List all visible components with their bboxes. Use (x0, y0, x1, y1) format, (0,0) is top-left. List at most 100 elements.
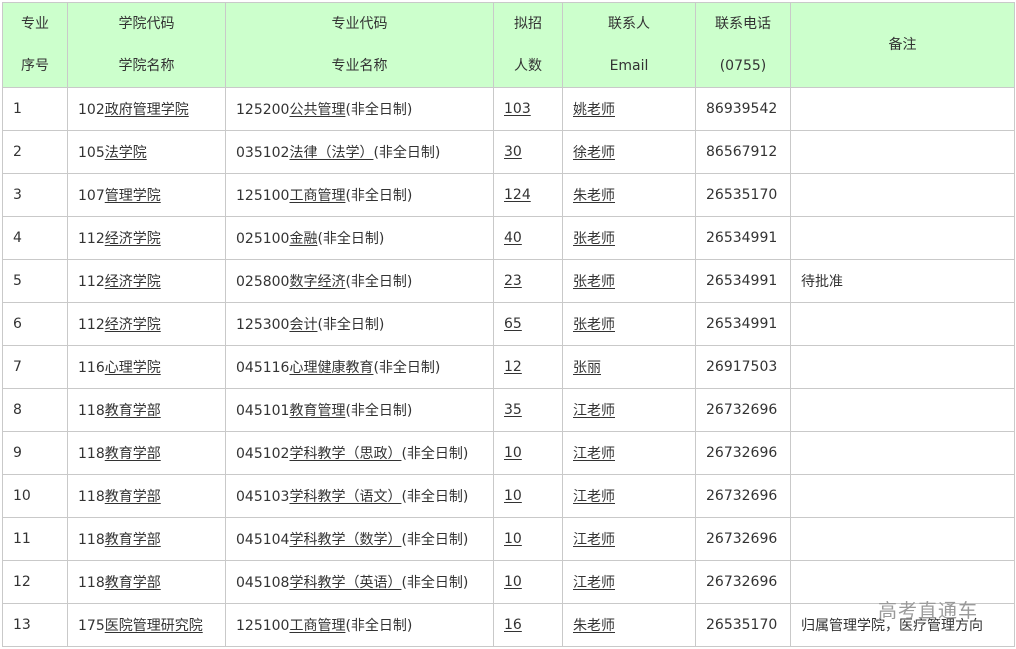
quota-link[interactable]: 35 (504, 402, 522, 418)
college-name-link[interactable]: 教育学部 (105, 489, 161, 505)
college-name-link[interactable]: 心理学院 (105, 360, 161, 376)
contact-link[interactable]: 江老师 (573, 532, 615, 548)
table-row: 8 118教育学部 045101教育管理(非全日制) 35 江老师 26732696 (2, 388, 1015, 432)
major-name-link[interactable]: 工商管理 (289, 188, 345, 204)
major-code: 045103 (236, 489, 290, 505)
major-name-link[interactable]: 学科教学（思政） (289, 446, 401, 462)
quota-link[interactable]: 40 (504, 230, 522, 246)
phone-cell: 26535170 (695, 603, 791, 647)
contact-link[interactable]: 江老师 (573, 575, 615, 591)
major-name-link[interactable]: 数字经济 (289, 274, 345, 290)
college-cell: 112经济学院 (67, 302, 226, 346)
header-major: 专业代码 专业名称 (225, 2, 494, 88)
college-name-link[interactable]: 法学院 (105, 145, 147, 161)
table-row: 6 112经济学院 125300会计(非全日制) 65 张老师 26534991 (2, 302, 1015, 346)
table-row: 9 118教育学部 045102学科教学（思政）(非全日制) 10 江老师 2673269… (2, 431, 1015, 475)
watermark: 高考直通车 (878, 600, 979, 622)
major-name-link[interactable]: 心理健康教育 (289, 360, 373, 376)
table-row: 1 102政府管理学院 125200公共管理(非全日制) 103 姚老师 86939542 (2, 87, 1015, 131)
college-name-link[interactable]: 教育学部 (105, 403, 161, 419)
seq-cell: 3 (2, 173, 68, 217)
seq-cell: 6 (2, 302, 68, 346)
major-cell: 035102法律（法学）(非全日制) (225, 130, 494, 174)
college-name-link[interactable]: 教育学部 (105, 446, 161, 462)
major-name-link[interactable]: 会计 (289, 317, 317, 333)
seq-cell: 1 (2, 87, 68, 131)
contact-link[interactable]: 姚老师 (573, 102, 615, 118)
quota-link[interactable]: 65 (504, 316, 522, 332)
contact-link[interactable]: 朱老师 (573, 618, 615, 634)
major-cell: 025100金融(非全日制) (225, 216, 494, 260)
quota-cell: 10 (493, 517, 563, 561)
quota-link[interactable]: 124 (504, 187, 531, 203)
quota-link[interactable]: 10 (504, 531, 522, 547)
contact-link[interactable]: 江老师 (573, 403, 615, 419)
study-mode: (非全日制) (345, 618, 413, 634)
study-mode: (非全日制) (345, 188, 413, 204)
quota-cell: 10 (493, 431, 563, 475)
major-code: 045104 (236, 532, 290, 548)
quota-cell: 35 (493, 388, 563, 432)
contact-link[interactable]: 江老师 (573, 446, 615, 462)
contact-link[interactable]: 徐老师 (573, 145, 615, 161)
college-cell: 112经济学院 (67, 216, 226, 260)
major-name-link[interactable]: 学科教学（语文） (289, 489, 401, 505)
college-cell: 107管理学院 (67, 173, 226, 217)
quota-link[interactable]: 10 (504, 488, 522, 504)
college-name-link[interactable]: 教育学部 (105, 532, 161, 548)
contact-cell: 张老师 (562, 302, 696, 346)
study-mode: (非全日制) (401, 446, 469, 462)
college-name-link[interactable]: 教育学部 (105, 575, 161, 591)
quota-link[interactable]: 16 (504, 617, 522, 633)
quota-link[interactable]: 30 (504, 144, 522, 160)
major-name-link[interactable]: 公共管理 (289, 102, 345, 118)
college-name-link[interactable]: 医院管理研究院 (105, 618, 203, 634)
phone-cell: 26534991 (695, 259, 791, 303)
college-name-link[interactable]: 经济学院 (105, 274, 161, 290)
quota-link[interactable]: 23 (504, 273, 522, 289)
major-code: 025800 (236, 274, 290, 290)
contact-link[interactable]: 朱老师 (573, 188, 615, 204)
contact-cell: 张老师 (562, 216, 696, 260)
quota-link[interactable]: 10 (504, 445, 522, 461)
seq-cell: 12 (2, 560, 68, 604)
major-code: 125200 (236, 102, 290, 118)
college-code: 112 (78, 231, 105, 247)
college-cell: 118教育学部 (67, 474, 226, 518)
major-name-link[interactable]: 教育管理 (289, 403, 345, 419)
major-name-link[interactable]: 金融 (289, 231, 317, 247)
major-name-link[interactable]: 学科教学（英语） (289, 575, 401, 591)
contact-link[interactable]: 张老师 (573, 231, 615, 247)
note-cell: 待批准 (790, 259, 1015, 303)
table-row: 12 118教育学部 045108学科教学（英语）(非全日制) 10 江老师 267326… (2, 560, 1015, 604)
seq-cell: 7 (2, 345, 68, 389)
contact-link[interactable]: 张老师 (573, 317, 615, 333)
phone-cell: 26732696 (695, 431, 791, 475)
major-code: 045116 (236, 360, 290, 376)
college-name-link[interactable]: 经济学院 (105, 231, 161, 247)
college-name-link[interactable]: 管理学院 (105, 188, 161, 204)
college-name-link[interactable]: 政府管理学院 (105, 102, 189, 118)
major-code: 125100 (236, 188, 290, 204)
quota-cell: 23 (493, 259, 563, 303)
contact-link[interactable]: 张丽 (573, 360, 601, 376)
major-name-link[interactable]: 工商管理 (289, 618, 345, 634)
contact-link[interactable]: 江老师 (573, 489, 615, 505)
contact-link[interactable]: 张老师 (573, 274, 615, 290)
major-cell: 125300会计(非全日制) (225, 302, 494, 346)
major-name-link[interactable]: 法律（法学） (289, 145, 373, 161)
table-body: 1 102政府管理学院 125200公共管理(非全日制) 103 姚老师 86939542… (2, 87, 1015, 647)
college-name-link[interactable]: 经济学院 (105, 317, 161, 333)
major-name-link[interactable]: 学科教学（数学） (289, 532, 401, 548)
major-cell: 125100工商管理(非全日制) (225, 173, 494, 217)
quota-link[interactable]: 103 (504, 101, 531, 117)
quota-link[interactable]: 12 (504, 359, 522, 375)
major-code: 025100 (236, 231, 290, 247)
note-cell (790, 302, 1015, 346)
quota-link[interactable]: 10 (504, 574, 522, 590)
seq-cell: 4 (2, 216, 68, 260)
college-code: 112 (78, 317, 105, 333)
seq-cell: 9 (2, 431, 68, 475)
study-mode: (非全日制) (401, 532, 469, 548)
college-cell: 112经济学院 (67, 259, 226, 303)
